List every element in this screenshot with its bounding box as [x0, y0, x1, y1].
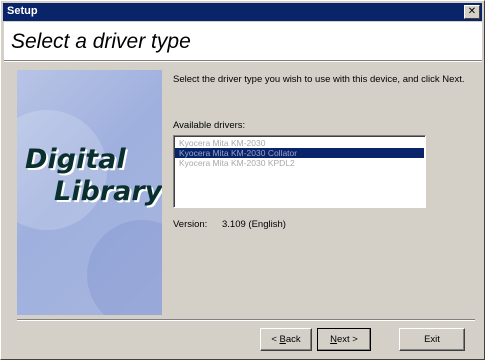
page-title: Select a driver type [11, 30, 191, 53]
brand-banner: Digital Library [17, 70, 162, 315]
next-button-accel: N [330, 334, 337, 345]
next-button-rest: ext > [337, 334, 358, 345]
next-button[interactable]: Next > [317, 328, 371, 351]
version-value: 3.109 (English) [222, 219, 286, 230]
back-button[interactable]: < Back [260, 328, 312, 351]
header-divider [4, 60, 482, 62]
title-bar[interactable]: Setup ✕ [3, 3, 482, 21]
driver-list-item[interactable]: Kyocera Mita KM-2030 KPDL2 [175, 158, 424, 168]
back-button-prefix: < [271, 334, 280, 345]
brand-text-line2: Library [54, 176, 162, 207]
back-button-rest: ack [285, 334, 301, 345]
close-icon: ✕ [467, 6, 477, 17]
footer-divider [17, 319, 475, 321]
drivers-listbox[interactable]: Kyocera Mita KM-2030 Kyocera Mita KM-2030… [173, 135, 426, 208]
drivers-list: Kyocera Mita KM-2030 Kyocera Mita KM-2030… [174, 136, 425, 168]
wizard-header: Select a driver type [4, 22, 482, 60]
brand-text-line1: Digital [25, 144, 126, 175]
version-label: Version: [173, 219, 208, 230]
exit-button[interactable]: Exit [399, 328, 465, 351]
setup-dialog: Setup ✕ Select a driver type Digital Lib… [0, 0, 485, 360]
driver-list-item[interactable]: Kyocera Mita KM-2030 Collator [175, 148, 424, 158]
instructions-text: Select the driver type you wish to use w… [173, 74, 465, 85]
driver-list-item[interactable]: Kyocera Mita KM-2030 [175, 138, 424, 148]
available-drivers-label: Available drivers: [173, 120, 246, 131]
window-title: Setup [7, 5, 38, 17]
close-button[interactable]: ✕ [464, 5, 480, 19]
